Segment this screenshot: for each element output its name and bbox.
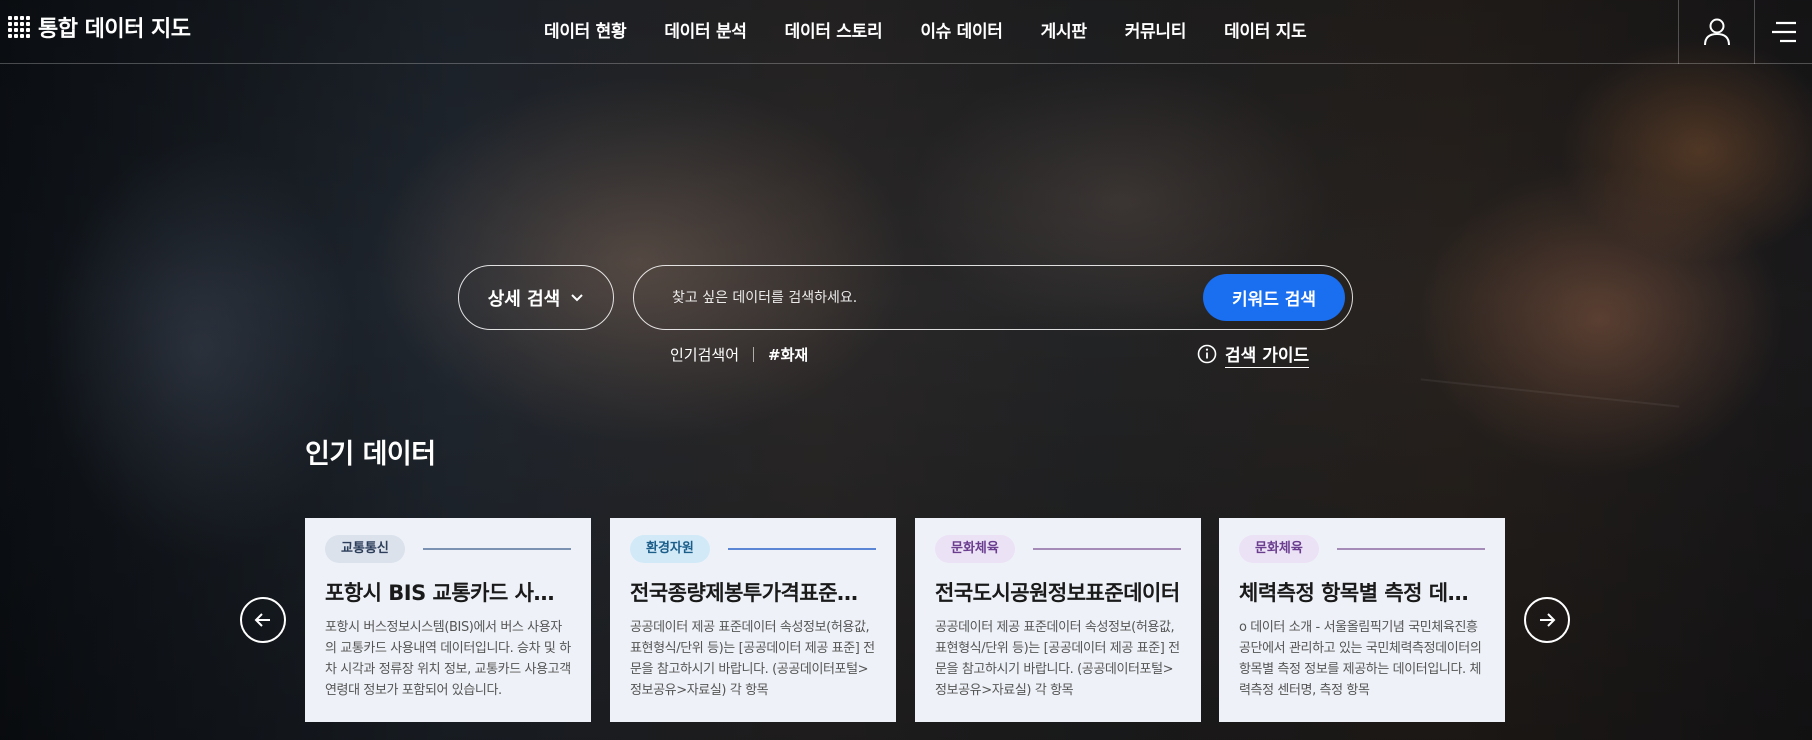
- card-description: 공공데이터 제공 표준데이터 속성정보(허용값, 표현형식/단위 등)는 [공공…: [935, 620, 1180, 698]
- main-nav: 데이터 현황 데이터 분석 데이터 스토리 이슈 데이터 게시판 커뮤니티 데이…: [544, 0, 1307, 58]
- chip-divider-line: [422, 548, 571, 550]
- search-box: 키워드 검색: [633, 265, 1353, 330]
- card-title: 체력측정 항목별 측정 데이터: [1239, 581, 1485, 605]
- chip-divider-line: [1336, 548, 1485, 550]
- card-title: 포항시 BIS 교통카드 사용내역: [325, 581, 571, 605]
- menu-button[interactable]: [1754, 0, 1812, 64]
- divider: [753, 346, 755, 362]
- search-guide-label: 검색 가이드: [1225, 341, 1310, 368]
- popular-keywords: 인기검색어 #화재: [670, 342, 808, 366]
- keyword-search-button[interactable]: 키워드 검색: [1203, 274, 1345, 321]
- card-title: 전국종량제봉투가격표준데이터: [630, 581, 876, 605]
- nav-item-data-map[interactable]: 데이터 지도: [1224, 17, 1307, 42]
- detail-search-dropdown[interactable]: 상세 검색: [458, 265, 614, 330]
- card-description: o 데이터 소개 - 서울올림픽기념 국민체육진흥공단에서 관리하고 있는 국민…: [1239, 620, 1482, 698]
- info-icon: [1197, 344, 1217, 364]
- nav-item-data-story[interactable]: 데이터 스토리: [785, 17, 883, 42]
- popular-keywords-label: 인기검색어: [670, 345, 740, 364]
- category-chip: 환경자원: [630, 535, 710, 563]
- data-card[interactable]: 환경자원 전국종량제봉투가격표준데이터 공공데이터 제공 표준데이터 속성정보(…: [610, 518, 896, 722]
- chip-divider-line: [1032, 548, 1181, 550]
- card-description: 포항시 버스정보시스템(BIS)에서 버스 사용자의 교통카드 사용내역 데이터…: [325, 620, 571, 698]
- logo-text: 통합 데이터 지도: [38, 17, 191, 42]
- card-description: 공공데이터 제공 표준데이터 속성정보(허용값, 표현형식/단위 등)는 [공공…: [630, 620, 875, 698]
- site-header: 통합 데이터 지도 데이터 현황 데이터 분석 데이터 스토리 이슈 데이터 게…: [0, 0, 1812, 64]
- nav-item-board[interactable]: 게시판: [1041, 17, 1087, 42]
- data-card[interactable]: 교통통신 포항시 BIS 교통카드 사용내역 포항시 버스정보시스템(BIS)에…: [305, 518, 591, 722]
- arrow-left-icon: [254, 613, 270, 627]
- hamburger-menu-icon: [1771, 21, 1796, 43]
- search-guide-link[interactable]: 검색 가이드: [1197, 341, 1310, 368]
- nav-item-data-status[interactable]: 데이터 현황: [544, 17, 627, 42]
- site-logo[interactable]: 통합 데이터 지도: [8, 10, 191, 44]
- popular-data-carousel: 교통통신 포항시 BIS 교통카드 사용내역 포항시 버스정보시스템(BIS)에…: [305, 518, 1505, 722]
- user-icon: [1703, 18, 1730, 46]
- data-card[interactable]: 문화체육 체력측정 항목별 측정 데이터 o 데이터 소개 - 서울올림픽기념 …: [1219, 518, 1505, 722]
- carousel-prev-button[interactable]: [240, 597, 286, 643]
- arrow-right-icon: [1540, 613, 1556, 627]
- nav-item-community[interactable]: 커뮤니티: [1125, 17, 1187, 42]
- category-chip: 교통통신: [325, 535, 405, 563]
- category-chip: 문화체육: [1239, 535, 1319, 563]
- user-button[interactable]: [1678, 0, 1754, 64]
- carousel-next-button[interactable]: [1524, 597, 1570, 643]
- nav-item-issue-data[interactable]: 이슈 데이터: [920, 17, 1003, 42]
- card-title: 전국도시공원정보표준데이터: [935, 581, 1180, 605]
- detail-search-label: 상세 검색: [487, 288, 561, 310]
- chip-divider-line: [727, 548, 876, 550]
- chevron-down-icon: [571, 293, 583, 301]
- category-chip: 문화체육: [935, 535, 1015, 563]
- popular-keyword-tag[interactable]: #화재: [768, 344, 808, 365]
- section-title-popular-data: 인기 데이터: [305, 439, 436, 470]
- data-card[interactable]: 문화체육 전국도시공원정보표준데이터 공공데이터 제공 표준데이터 속성정보(허…: [915, 518, 1201, 722]
- nav-item-data-analysis[interactable]: 데이터 분석: [664, 17, 747, 42]
- logo-dot-grid-icon: [8, 11, 32, 43]
